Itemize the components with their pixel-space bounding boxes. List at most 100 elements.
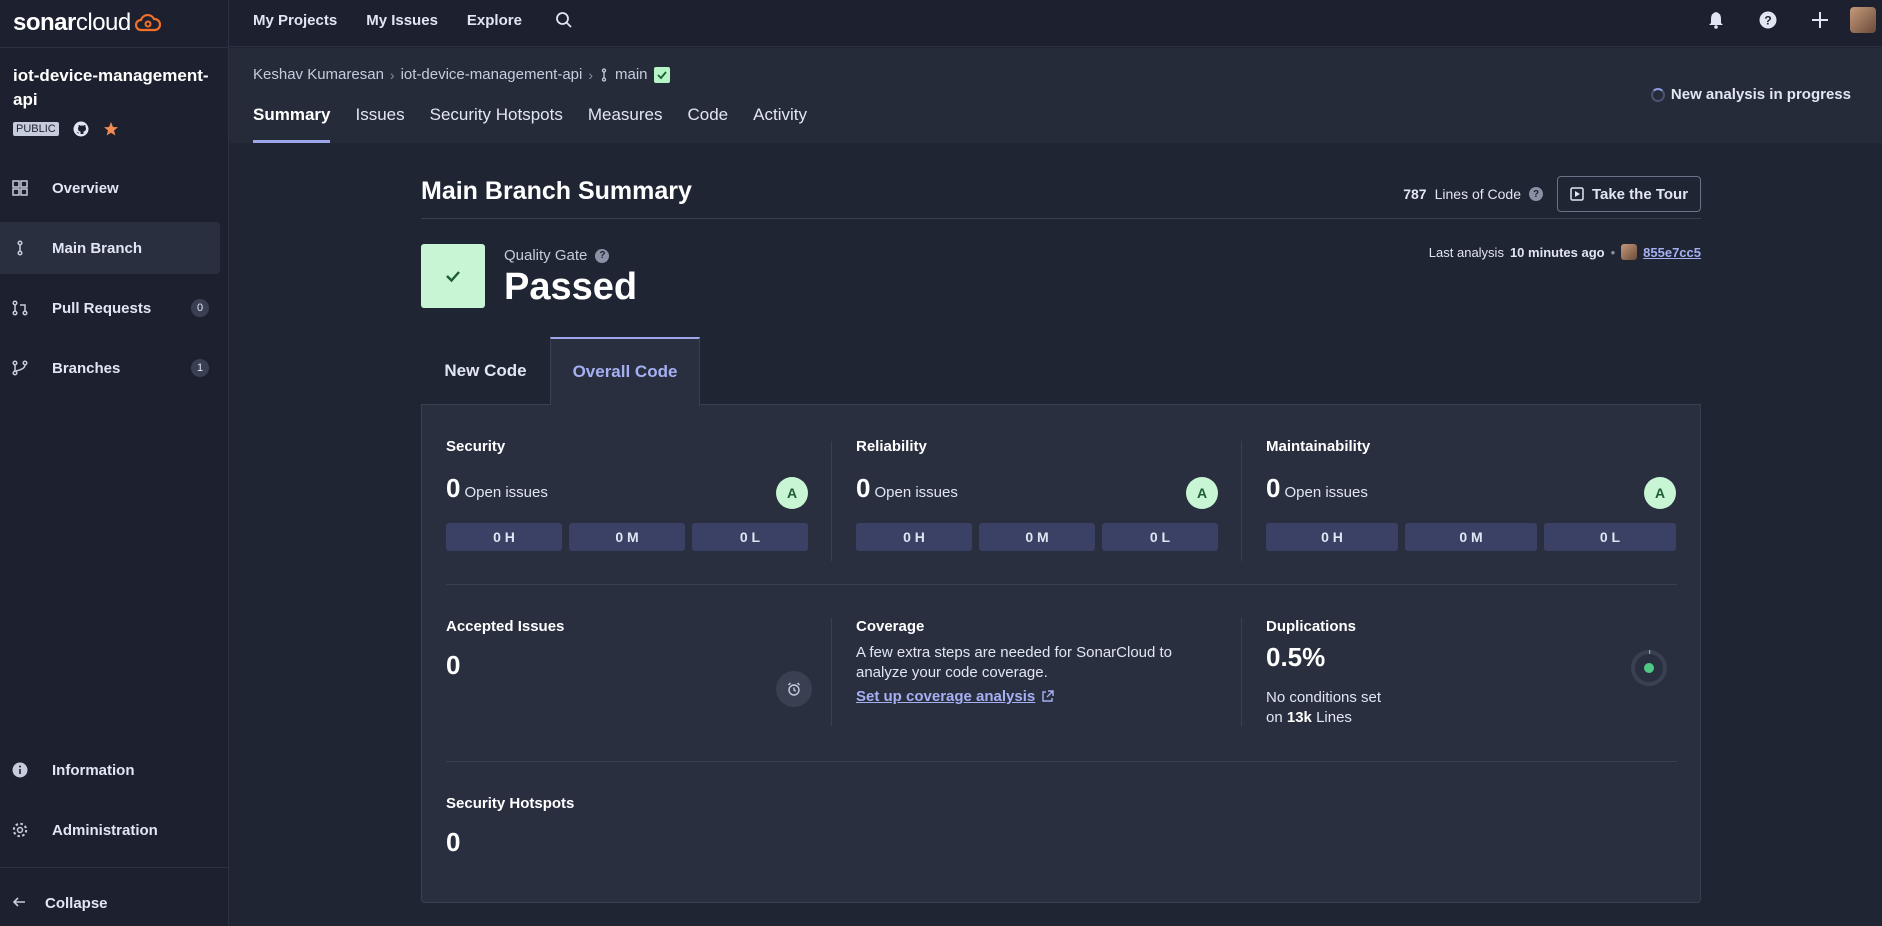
sidebar-item-information[interactable]: Information (0, 744, 229, 796)
security-high-button[interactable]: 0 H (446, 523, 562, 551)
analysis-status-text: New analysis in progress (1670, 86, 1851, 103)
reliability-low-button[interactable]: 0 L (1102, 523, 1218, 551)
maintainability-low-button[interactable]: 0 L (1544, 523, 1676, 551)
metric-title: Security Hotspots (446, 795, 575, 812)
tab-issues[interactable]: Issues (355, 103, 404, 143)
tab-overall-code[interactable]: Overall Code (550, 337, 700, 405)
project-header: Keshav Kumaresan › iot-device-management… (229, 48, 1882, 143)
setup-coverage-link[interactable]: Set up coverage analysis (856, 688, 1054, 705)
help-icon[interactable]: ? (1529, 187, 1543, 201)
security-medium-button[interactable]: 0 M (569, 523, 685, 551)
project-tabs: Summary Issues Security Hotspots Measure… (253, 103, 807, 143)
topnav-my-issues[interactable]: My Issues (366, 12, 438, 29)
security-grade-badge[interactable]: A (776, 477, 808, 509)
metric-value: 0 (446, 827, 461, 857)
collapse-label: Collapse (45, 894, 108, 912)
maintainability-grade-badge[interactable]: A (1644, 477, 1676, 509)
commit-author-avatar (1621, 244, 1638, 260)
metric-value: 0 (446, 650, 461, 680)
tab-new-code[interactable]: New Code (421, 337, 550, 405)
pull-request-icon (12, 300, 28, 316)
help-button[interactable]: ? (1742, 0, 1794, 40)
star-icon[interactable] (103, 121, 119, 137)
sonarcloud-logo[interactable]: sonar cloud (13, 8, 161, 38)
quality-gate-status: Passed (504, 266, 638, 308)
tab-activity[interactable]: Activity (753, 103, 807, 143)
sidebar-item-pull-requests[interactable]: Pull Requests 0 (0, 282, 229, 334)
github-icon[interactable] (73, 121, 89, 137)
pull-requests-count: 0 (191, 299, 209, 317)
coverage-description: A few extra steps are needed for SonarCl… (856, 644, 1173, 681)
tab-summary[interactable]: Summary (253, 103, 331, 143)
quality-gate-label: Quality Gate ? (504, 247, 610, 264)
take-tour-label: Take the Tour (1591, 185, 1689, 203)
reliability-high-button[interactable]: 0 H (856, 523, 972, 551)
metric-title: Duplications (1266, 618, 1357, 635)
page-title: Main Branch Summary (421, 177, 692, 205)
collapse-sidebar-button[interactable]: Collapse (0, 886, 108, 920)
code-tabs: New Code Overall Code (421, 337, 700, 405)
spinner-icon (1650, 87, 1665, 102)
branches-count: 1 (191, 359, 209, 377)
play-icon (1570, 187, 1584, 201)
bell-icon (1709, 12, 1723, 29)
help-icon[interactable]: ? (595, 248, 610, 263)
branches-icon (12, 360, 28, 376)
sidebar-item-label: Overview (52, 179, 119, 197)
duplications-conditions: No conditions set on 13k Lines (1266, 688, 1466, 728)
duplications-value[interactable]: 0.5% (1266, 642, 1325, 673)
take-tour-button[interactable]: Take the Tour (1557, 176, 1701, 212)
sidebar-item-branches[interactable]: Branches 1 (0, 342, 229, 394)
lines-of-code: 787 Lines of Code ? (1403, 186, 1543, 202)
loc-label: Lines of Code (1434, 186, 1521, 202)
chevron-right-icon: › (389, 66, 395, 83)
notifications-button[interactable] (1690, 0, 1742, 40)
dashboard-icon (12, 180, 28, 196)
reliability-grade-badge[interactable]: A (1186, 477, 1218, 509)
analysis-status: New analysis in progress (1650, 86, 1851, 103)
metric-title: Security (446, 438, 506, 455)
commit-link[interactable]: 855e7cc5 (1643, 245, 1701, 260)
accepted-issues-value[interactable]: 0 (446, 650, 460, 681)
metric-title: Coverage (856, 618, 925, 635)
tab-security-hotspots[interactable]: Security Hotspots (430, 103, 563, 143)
maintainability-medium-button[interactable]: 0 M (1405, 523, 1537, 551)
topnav-my-projects[interactable]: My Projects (253, 12, 337, 29)
user-avatar[interactable] (1850, 7, 1876, 33)
duplications-donut-icon (1631, 650, 1667, 686)
last-analysis: Last analysis 10 minutes ago • 855e7cc5 (1429, 244, 1701, 260)
metric-value: 0 (446, 473, 461, 503)
create-button[interactable] (1794, 0, 1846, 40)
maintainability-open-issues[interactable]: 0 Open issues (1266, 473, 1368, 504)
security-hotspots-value[interactable]: 0 (446, 827, 460, 858)
metric-title: Reliability (856, 438, 927, 455)
sidebar-item-label: Information (52, 761, 135, 779)
security-low-button[interactable]: 0 L (692, 523, 808, 551)
search-icon[interactable] (555, 11, 573, 29)
maintainability-high-button[interactable]: 0 H (1266, 523, 1398, 551)
top-bar: My Projects My Issues Explore ? (229, 0, 1882, 47)
tab-code[interactable]: Code (688, 103, 729, 143)
security-open-issues[interactable]: 0 Open issues (446, 473, 548, 504)
topnav-explore[interactable]: Explore (467, 12, 522, 29)
quality-gate-passed-icon (421, 244, 485, 308)
gear-icon (12, 822, 28, 838)
breadcrumb-branch[interactable]: main (615, 66, 648, 83)
metric-value: 0 (856, 473, 871, 503)
sidebar-item-main-branch[interactable]: Main Branch (0, 222, 220, 274)
reliability-medium-button[interactable]: 0 M (979, 523, 1095, 551)
breadcrumb-owner[interactable]: Keshav Kumaresan (253, 66, 384, 83)
tab-measures[interactable]: Measures (588, 103, 663, 143)
breadcrumb-project[interactable]: iot-device-management-api (401, 66, 583, 83)
plus-icon (1812, 12, 1828, 28)
metric-title: Maintainability (1266, 438, 1371, 455)
reliability-open-issues[interactable]: 0 Open issues (856, 473, 958, 504)
sidebar-item-label: Pull Requests (52, 299, 152, 317)
project-name: iot-device-management-api (13, 66, 209, 109)
last-analysis-label: Last analysis (1428, 244, 1504, 260)
sidebar-item-administration[interactable]: Administration (0, 804, 229, 856)
metric-unit: Open issues (874, 484, 958, 501)
sidebar-item-overview[interactable]: Overview (0, 162, 229, 214)
help-icon: ? (1759, 11, 1777, 29)
duplications-line1: No conditions set (1266, 689, 1382, 706)
